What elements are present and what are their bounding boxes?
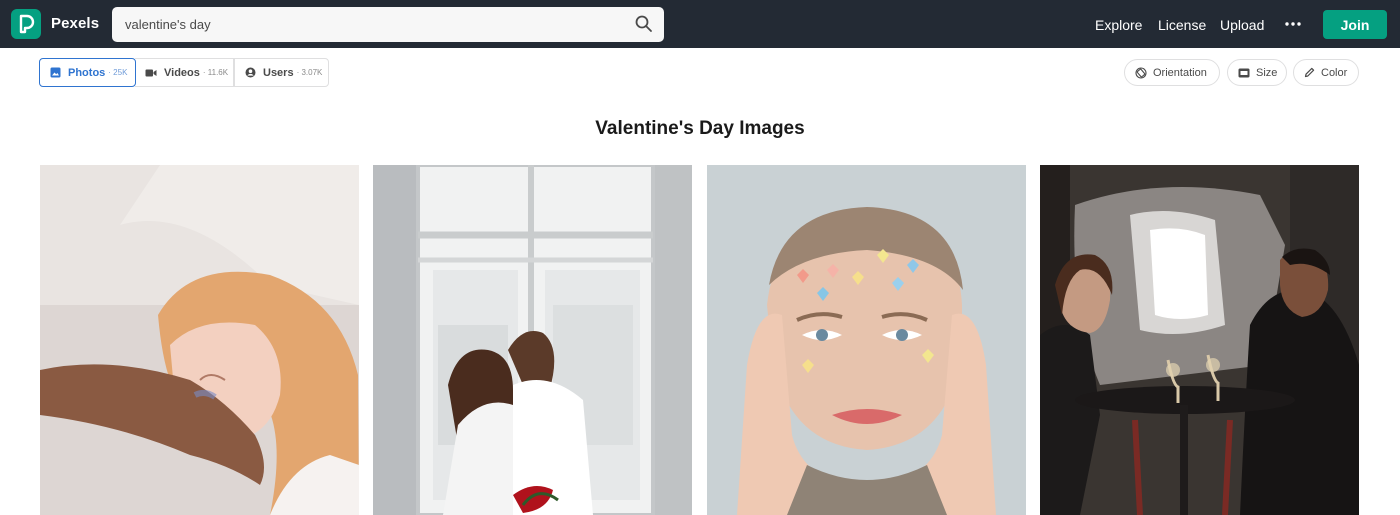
size-icon [1238, 68, 1250, 77]
pen-icon [1304, 67, 1315, 78]
photo-card[interactable] [40, 165, 359, 515]
top-navigation-bar: Pexels valentine's day Explore License U… [0, 0, 1400, 48]
user-icon [245, 67, 256, 78]
video-icon [145, 69, 157, 76]
tab-users[interactable]: Users · 3.07K [234, 58, 329, 87]
search-input[interactable]: valentine's day [125, 17, 211, 32]
page-title: Valentine's Day Images [595, 118, 805, 139]
color-filter-label: Color [1321, 66, 1348, 79]
tab-users-count: · 3.07K [296, 68, 323, 77]
tab-users-label: Users [263, 66, 294, 79]
photo-card[interactable] [373, 165, 692, 515]
tab-photos-count: · 25K [108, 68, 128, 77]
tab-videos-label: Videos [164, 66, 200, 79]
size-filter-button[interactable]: Size [1227, 59, 1287, 86]
tab-videos-count: · 11.6K [202, 68, 229, 77]
search-box[interactable]: valentine's day [112, 7, 664, 42]
orientation-icon [1135, 66, 1147, 79]
nav-upload-link[interactable]: Upload [1220, 17, 1264, 33]
pexels-logo-icon[interactable] [11, 9, 41, 39]
tab-photos[interactable]: Photos · 25K [39, 58, 136, 87]
photo-card[interactable] [1040, 165, 1359, 515]
size-filter-label: Size [1256, 66, 1278, 79]
photo-card[interactable] [707, 165, 1026, 515]
orientation-filter-button[interactable]: Orientation [1124, 59, 1220, 86]
tab-videos[interactable]: Videos · 11.6K [135, 58, 234, 87]
orientation-filter-label: Orientation [1153, 66, 1207, 79]
brand-name[interactable]: Pexels [51, 15, 99, 32]
more-dots-icon[interactable] [1284, 16, 1302, 32]
color-filter-button[interactable]: Color [1293, 59, 1359, 86]
join-button[interactable]: Join [1323, 10, 1387, 39]
nav-license-link[interactable]: License [1158, 17, 1206, 33]
nav-explore-link[interactable]: Explore [1095, 17, 1142, 33]
search-icon[interactable] [634, 14, 654, 34]
tab-photos-label: Photos [68, 66, 106, 79]
image-icon [50, 67, 61, 78]
